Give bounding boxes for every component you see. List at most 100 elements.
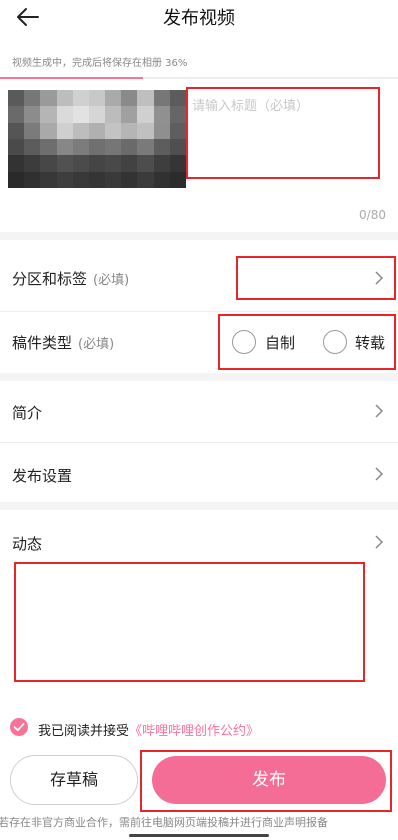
thumbnail-pixel — [72, 122, 90, 140]
thumbnail-pixel — [105, 122, 122, 140]
type-required-hint: (必填) — [78, 337, 115, 352]
thumbnail-pixel — [72, 106, 90, 124]
thumbnail-pixel — [88, 122, 106, 140]
intro-row-label[interactable]: 简介 — [12, 402, 42, 423]
thumbnail-pixel — [153, 106, 171, 124]
dynamic-content-annotation-box[interactable] — [14, 562, 365, 682]
agreement-checkbox[interactable] — [10, 718, 28, 736]
category-row-label: 分区和标签 (必填) — [12, 268, 129, 289]
thumbnail-pixel — [153, 155, 171, 173]
type-row-label: 稿件类型 (必填) — [12, 332, 114, 353]
thumbnail-pixel — [40, 171, 58, 188]
chevron-right-icon[interactable] — [374, 466, 384, 482]
title-char-counter: 0/80 — [359, 208, 386, 222]
chevron-right-icon[interactable] — [374, 403, 384, 419]
thumbnail-pixel — [105, 139, 122, 156]
radio-repost[interactable] — [323, 330, 347, 354]
thumbnail-pixel — [24, 90, 41, 107]
thumbnail-pixel — [105, 90, 122, 107]
thumbnail-pixel — [137, 90, 155, 107]
thumbnail-pixel — [121, 90, 138, 107]
thumbnail-pixel — [121, 171, 138, 188]
thumbnail-pixel — [56, 90, 74, 107]
category-label: 分区和标签 — [12, 270, 88, 288]
thumbnail-pixel — [56, 155, 74, 173]
progress-status-text: 视频生成中，完成后将保存在相册 36% — [12, 58, 188, 69]
thumbnail-pixel — [137, 155, 155, 173]
thumbnail-pixel — [153, 171, 171, 188]
page-title: 发布视频 — [163, 8, 235, 29]
thumbnail-pixel — [169, 122, 186, 140]
dynamic-row-label[interactable]: 动态 — [12, 533, 42, 554]
thumbnail-pixel — [72, 155, 90, 173]
radio-original-label[interactable]: 自制 — [265, 332, 295, 353]
thumbnail-pixel — [40, 106, 58, 124]
thumbnail-pixel — [121, 122, 138, 140]
commercial-notice: 若存在非官方商业合作，需前往电脑网页端投稿并进行商业声明报备 — [0, 816, 328, 829]
thumbnail-pixel — [137, 122, 155, 140]
thumbnail-pixel — [24, 106, 41, 124]
thumbnail-pixel — [72, 171, 90, 188]
thumbnail-pixel — [137, 106, 155, 124]
thumbnail-pixel — [8, 106, 25, 124]
thumbnail-pixel — [105, 171, 122, 188]
check-icon — [13, 723, 25, 732]
publish-button[interactable]: 发布 — [152, 756, 386, 804]
thumbnail-pixel — [153, 90, 171, 107]
thumbnail-pixel — [72, 139, 90, 156]
section-divider — [0, 502, 398, 510]
home-indicator[interactable] — [129, 834, 269, 837]
thumbnail-pixel — [40, 122, 58, 140]
progress-bar — [0, 77, 398, 79]
save-draft-button[interactable]: 存草稿 — [10, 755, 138, 805]
thumbnail-pixel — [169, 106, 186, 124]
chevron-right-icon[interactable] — [374, 534, 384, 550]
thumbnail-pixel — [169, 90, 186, 107]
thumbnail-pixel — [137, 171, 155, 188]
thumbnail-pixel — [56, 122, 74, 140]
thumbnail-pixel — [137, 139, 155, 156]
thumbnail-pixel — [88, 90, 106, 107]
thumbnail-pixel — [121, 139, 138, 156]
thumbnail-pixel — [105, 106, 122, 124]
thumbnail-pixel — [40, 155, 58, 173]
radio-repost-label[interactable]: 转载 — [355, 332, 385, 353]
thumbnail-pixel — [88, 139, 106, 156]
thumbnail-pixel — [169, 139, 186, 156]
agreement-link[interactable]: 《哔哩哔哩创作公约》 — [129, 724, 259, 739]
thumbnail-pixel — [8, 122, 25, 140]
category-annotation-box — [236, 256, 396, 300]
thumbnail-pixel — [105, 155, 122, 173]
thumbnail-pixel — [24, 155, 41, 173]
row-divider — [0, 311, 398, 312]
thumbnail-pixel — [153, 122, 171, 140]
section-divider — [0, 373, 398, 381]
thumbnail-pixel — [56, 139, 74, 156]
radio-original[interactable] — [232, 330, 256, 354]
video-thumbnail[interactable] — [8, 90, 186, 188]
section-divider — [0, 232, 398, 240]
title-input[interactable]: 请输入标题（必填） — [192, 95, 309, 114]
top-bar: 发布视频 — [0, 0, 398, 44]
thumbnail-pixel — [88, 171, 106, 188]
thumbnail-pixel — [24, 139, 41, 156]
thumbnail-pixel — [121, 155, 138, 173]
category-required-hint: (必填) — [93, 273, 130, 288]
thumbnail-pixel — [40, 90, 58, 107]
thumbnail-pixel — [121, 106, 138, 124]
thumbnail-pixel — [8, 139, 25, 156]
thumbnail-pixel — [88, 106, 106, 124]
thumbnail-pixel — [40, 139, 58, 156]
agreement-text: 我已阅读并接受《哔哩哔哩创作公约》 — [38, 720, 259, 739]
thumbnail-pixel — [56, 106, 74, 124]
settings-row-label[interactable]: 发布设置 — [12, 465, 72, 486]
chevron-right-icon[interactable] — [374, 270, 384, 286]
thumbnail-pixel — [24, 171, 41, 188]
thumbnail-pixel — [72, 90, 90, 107]
type-label: 稿件类型 — [12, 334, 73, 352]
thumbnail-pixel — [169, 155, 186, 173]
thumbnail-pixel — [169, 171, 186, 188]
thumbnail-pixel — [88, 155, 106, 173]
progress-bar-fill — [0, 77, 144, 79]
thumbnail-pixel — [8, 90, 25, 107]
